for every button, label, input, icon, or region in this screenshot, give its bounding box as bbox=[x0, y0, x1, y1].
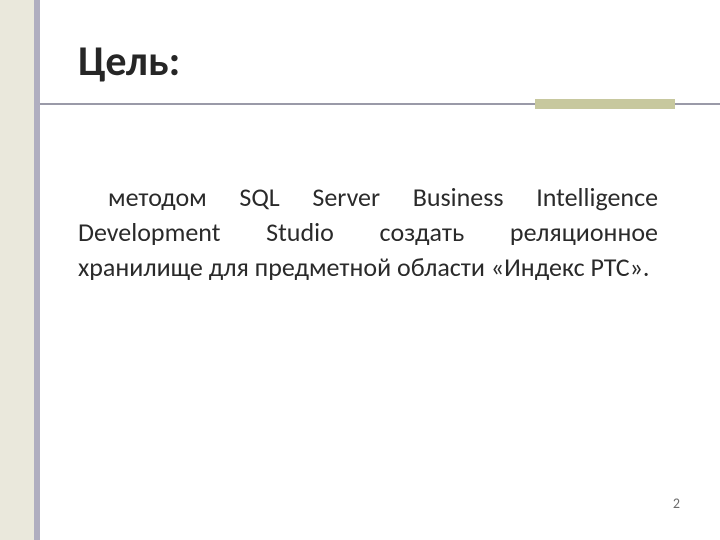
accent-bar bbox=[535, 99, 675, 109]
page-number: 2 bbox=[673, 495, 680, 512]
slide-body: методом SQL Server Business Intelligence… bbox=[78, 180, 658, 285]
slide-title: Цель: bbox=[78, 36, 180, 87]
sidebar-decoration bbox=[0, 0, 40, 540]
